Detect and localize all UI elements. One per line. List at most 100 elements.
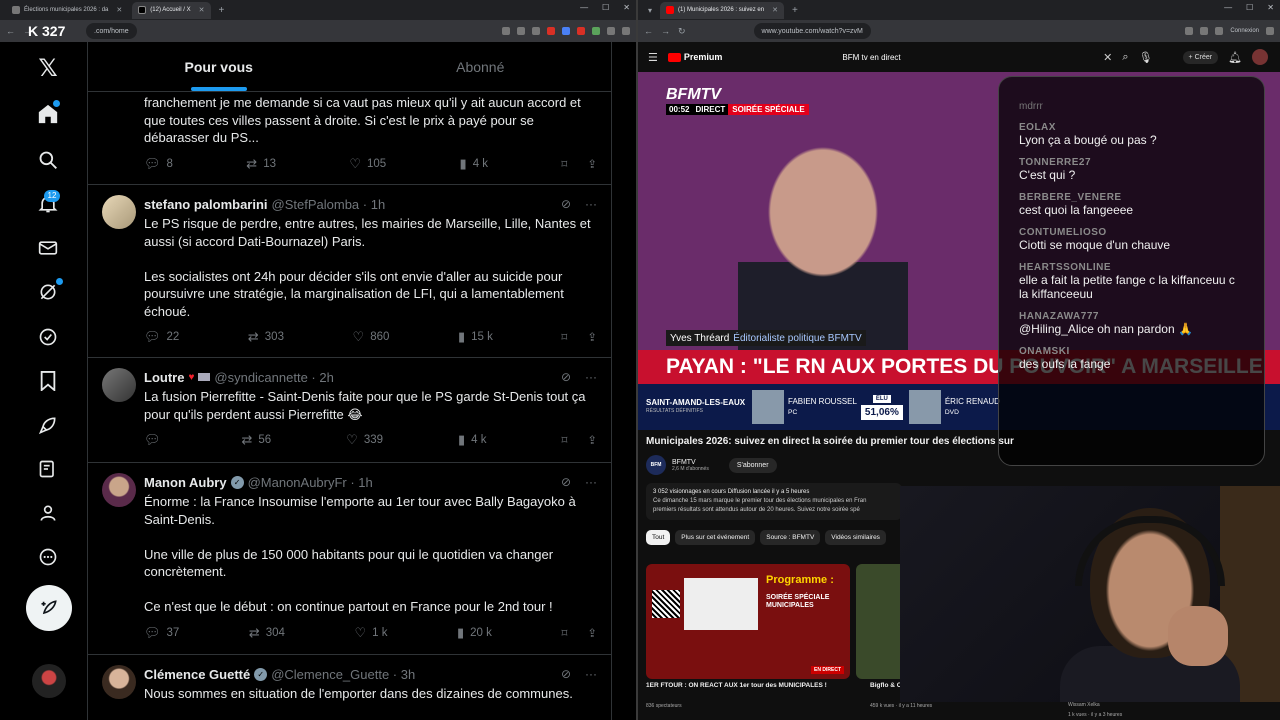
related-video-title[interactable]: Wissam Xelka bbox=[1068, 702, 1100, 708]
like-button[interactable]: ♡ 860 bbox=[353, 329, 390, 345]
more-options-icon[interactable]: ··· bbox=[585, 370, 597, 384]
notifications-bell-icon[interactable]: 🔔︎ bbox=[1228, 51, 1242, 64]
related-video-title[interactable]: 1ER FTOUR : ON REACT AUX 1er tour des MU… bbox=[646, 682, 827, 689]
profile-icon[interactable] bbox=[607, 27, 615, 35]
like-button[interactable]: ♡ 1 k bbox=[354, 625, 387, 641]
repost-button[interactable]: ⇄ 303 bbox=[248, 329, 284, 345]
share-icon[interactable]: ⇪ bbox=[587, 330, 597, 344]
bookmark-icon[interactable]: ⌑ bbox=[561, 433, 567, 447]
author-avatar[interactable] bbox=[102, 473, 136, 507]
more-options-icon[interactable]: ··· bbox=[585, 475, 597, 489]
extension-icon[interactable] bbox=[577, 27, 585, 35]
microphone-icon[interactable]: 🎙︎ bbox=[1139, 51, 1153, 64]
browser-tab-active[interactable]: (12) Accueil / X ✕ bbox=[132, 1, 211, 19]
extension-icon[interactable] bbox=[517, 27, 525, 35]
grok-explain-icon[interactable]: ⊘ bbox=[561, 667, 571, 681]
create-button[interactable]: + Créer bbox=[1182, 50, 1219, 64]
maximize-icon[interactable]: ☐ bbox=[1246, 3, 1253, 12]
menu-icon[interactable] bbox=[622, 27, 630, 35]
minimize-icon[interactable]: — bbox=[1224, 3, 1232, 12]
profile-button[interactable]: Connexion bbox=[1230, 28, 1259, 34]
reply-button[interactable]: 💬︎ 8 bbox=[144, 156, 173, 172]
bookmark-icon[interactable]: ⌑ bbox=[561, 157, 567, 171]
articles-icon[interactable] bbox=[36, 457, 60, 481]
new-tab-icon[interactable]: + bbox=[788, 5, 802, 16]
bookmarks-icon[interactable] bbox=[36, 369, 60, 393]
compose-post-button[interactable] bbox=[26, 585, 72, 631]
extension-icon[interactable] bbox=[562, 27, 570, 35]
tweet[interactable]: stefano palombarini @StefPalomba · 1h ⊘ ·… bbox=[88, 185, 611, 358]
profile-icon[interactable] bbox=[36, 501, 60, 525]
chip-event[interactable]: Plus sur cet événement bbox=[675, 530, 756, 545]
author-avatar[interactable] bbox=[102, 368, 136, 402]
tab-list-icon[interactable]: ▾ bbox=[644, 6, 656, 15]
browser-tab-active[interactable]: (1) Municipales 2026 : suivez en ✕ bbox=[660, 1, 784, 19]
rocket-icon[interactable] bbox=[36, 413, 60, 437]
like-button[interactable]: ♡ 105 bbox=[349, 156, 386, 172]
more-options-icon[interactable]: ··· bbox=[585, 667, 597, 681]
close-window-icon[interactable]: ✕ bbox=[1267, 3, 1274, 12]
tweet[interactable]: Clémence Guetté ✓ @Clemence_Guette · 3h … bbox=[88, 655, 611, 720]
search-input[interactable]: BFM tv en direct ✕ bbox=[842, 46, 1112, 68]
url-field[interactable]: www.youtube.com/watch?v=zvM bbox=[753, 23, 871, 39]
subscribe-button[interactable]: S'abonner bbox=[728, 457, 777, 473]
bookmark-icon[interactable]: ⌑ bbox=[561, 330, 567, 344]
tweet[interactable]: Manon Aubry ✓ @ManonAubryFr · 1h ⊘ ··· Én… bbox=[88, 463, 611, 655]
forward-icon[interactable]: → bbox=[661, 26, 670, 36]
reply-button[interactable]: 💬︎ 22 bbox=[144, 329, 179, 345]
related-video-thumbnail[interactable]: Programme : SOIRÉE SPÉCIALE MUNICIPALES … bbox=[646, 564, 850, 679]
close-tab-icon[interactable]: ✕ bbox=[772, 6, 778, 14]
youtube-logo[interactable]: Premium bbox=[667, 52, 722, 62]
x-logo-icon[interactable]: 𝕏 bbox=[36, 55, 60, 82]
browser-tab[interactable]: Élections municipales 2026 : da ✕ bbox=[6, 2, 128, 19]
verified-orgs-icon[interactable] bbox=[36, 325, 60, 349]
minimize-icon[interactable]: — bbox=[580, 3, 588, 12]
more-icon[interactable] bbox=[36, 545, 60, 569]
tab-following[interactable]: Abonné bbox=[350, 42, 612, 91]
close-tab-icon[interactable]: ✕ bbox=[199, 6, 205, 14]
reply-button[interactable]: 💬︎ 37 bbox=[144, 625, 179, 641]
bookmark-icon[interactable]: ⌑ bbox=[561, 626, 567, 640]
account-avatar[interactable] bbox=[32, 664, 66, 698]
views-button[interactable]: ▮ 15 k bbox=[458, 329, 493, 345]
share-icon[interactable]: ⇪ bbox=[587, 626, 597, 640]
views-button[interactable]: ▮ 4 k bbox=[460, 156, 489, 172]
reload-icon[interactable]: ↻ bbox=[678, 26, 686, 37]
close-window-icon[interactable]: ✕ bbox=[623, 3, 630, 12]
clear-search-icon[interactable]: ✕ bbox=[1103, 51, 1112, 64]
more-options-icon[interactable]: ··· bbox=[585, 197, 597, 211]
views-button[interactable]: ▮ 20 k bbox=[457, 625, 492, 641]
tab-for-you[interactable]: Pour vous bbox=[88, 42, 350, 91]
extension-icon[interactable] bbox=[1215, 27, 1224, 35]
views-button[interactable]: ▮ 4 k bbox=[458, 432, 487, 448]
share-icon[interactable]: ⇪ bbox=[587, 157, 597, 171]
account-avatar[interactable] bbox=[1252, 49, 1269, 65]
grok-explain-icon[interactable]: ⊘ bbox=[561, 370, 571, 384]
grok-explain-icon[interactable]: ⊘ bbox=[561, 197, 571, 211]
maximize-icon[interactable]: ☐ bbox=[602, 3, 609, 12]
extension-icon[interactable] bbox=[532, 27, 540, 35]
hamburger-menu-icon[interactable]: ☰ bbox=[648, 51, 658, 64]
channel-name[interactable]: BFMTV bbox=[672, 459, 696, 466]
author-name[interactable]: Loutre bbox=[144, 370, 184, 385]
extension-icon[interactable] bbox=[1185, 27, 1194, 35]
reply-button[interactable]: 💬︎ bbox=[144, 432, 167, 448]
tweet[interactable]: franchement je me demande si ca vaut pas… bbox=[88, 92, 611, 185]
channel-avatar[interactable]: BFM bbox=[646, 455, 666, 475]
repost-button[interactable]: ⇄ 13 bbox=[246, 156, 276, 172]
chip-similar[interactable]: Vidéos similaires bbox=[825, 530, 886, 545]
repost-button[interactable]: ⇄ 56 bbox=[241, 432, 271, 448]
like-button[interactable]: ♡ 339 bbox=[346, 432, 383, 448]
chip-all[interactable]: Tout bbox=[646, 530, 671, 545]
extension-icon[interactable] bbox=[592, 27, 600, 35]
extension-icon[interactable] bbox=[502, 27, 510, 35]
menu-icon[interactable] bbox=[1266, 27, 1274, 35]
back-icon[interactable]: ← bbox=[644, 26, 653, 36]
author-name[interactable]: Manon Aubry bbox=[144, 475, 227, 490]
author-name[interactable]: stefano palombarini bbox=[144, 197, 268, 212]
search-icon[interactable]: ⌕ bbox=[1122, 51, 1128, 64]
grok-explain-icon[interactable]: ⊘ bbox=[561, 475, 571, 489]
new-tab-icon[interactable]: + bbox=[215, 5, 229, 16]
messages-icon[interactable] bbox=[36, 236, 60, 260]
repost-button[interactable]: ⇄ 304 bbox=[249, 625, 285, 641]
